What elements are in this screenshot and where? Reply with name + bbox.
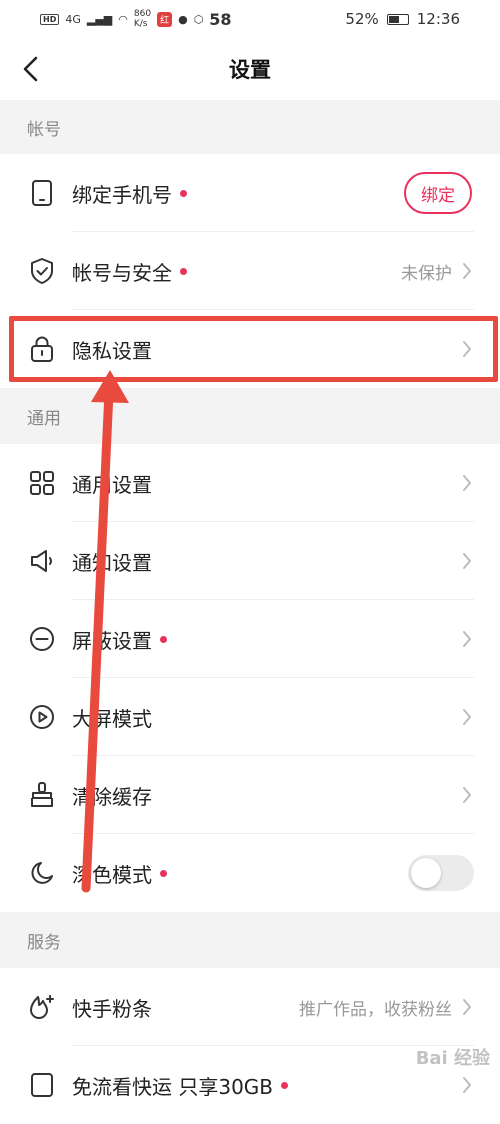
annotation-arrow (81, 370, 129, 893)
watermark: Bai 经验 (415, 1048, 490, 1069)
